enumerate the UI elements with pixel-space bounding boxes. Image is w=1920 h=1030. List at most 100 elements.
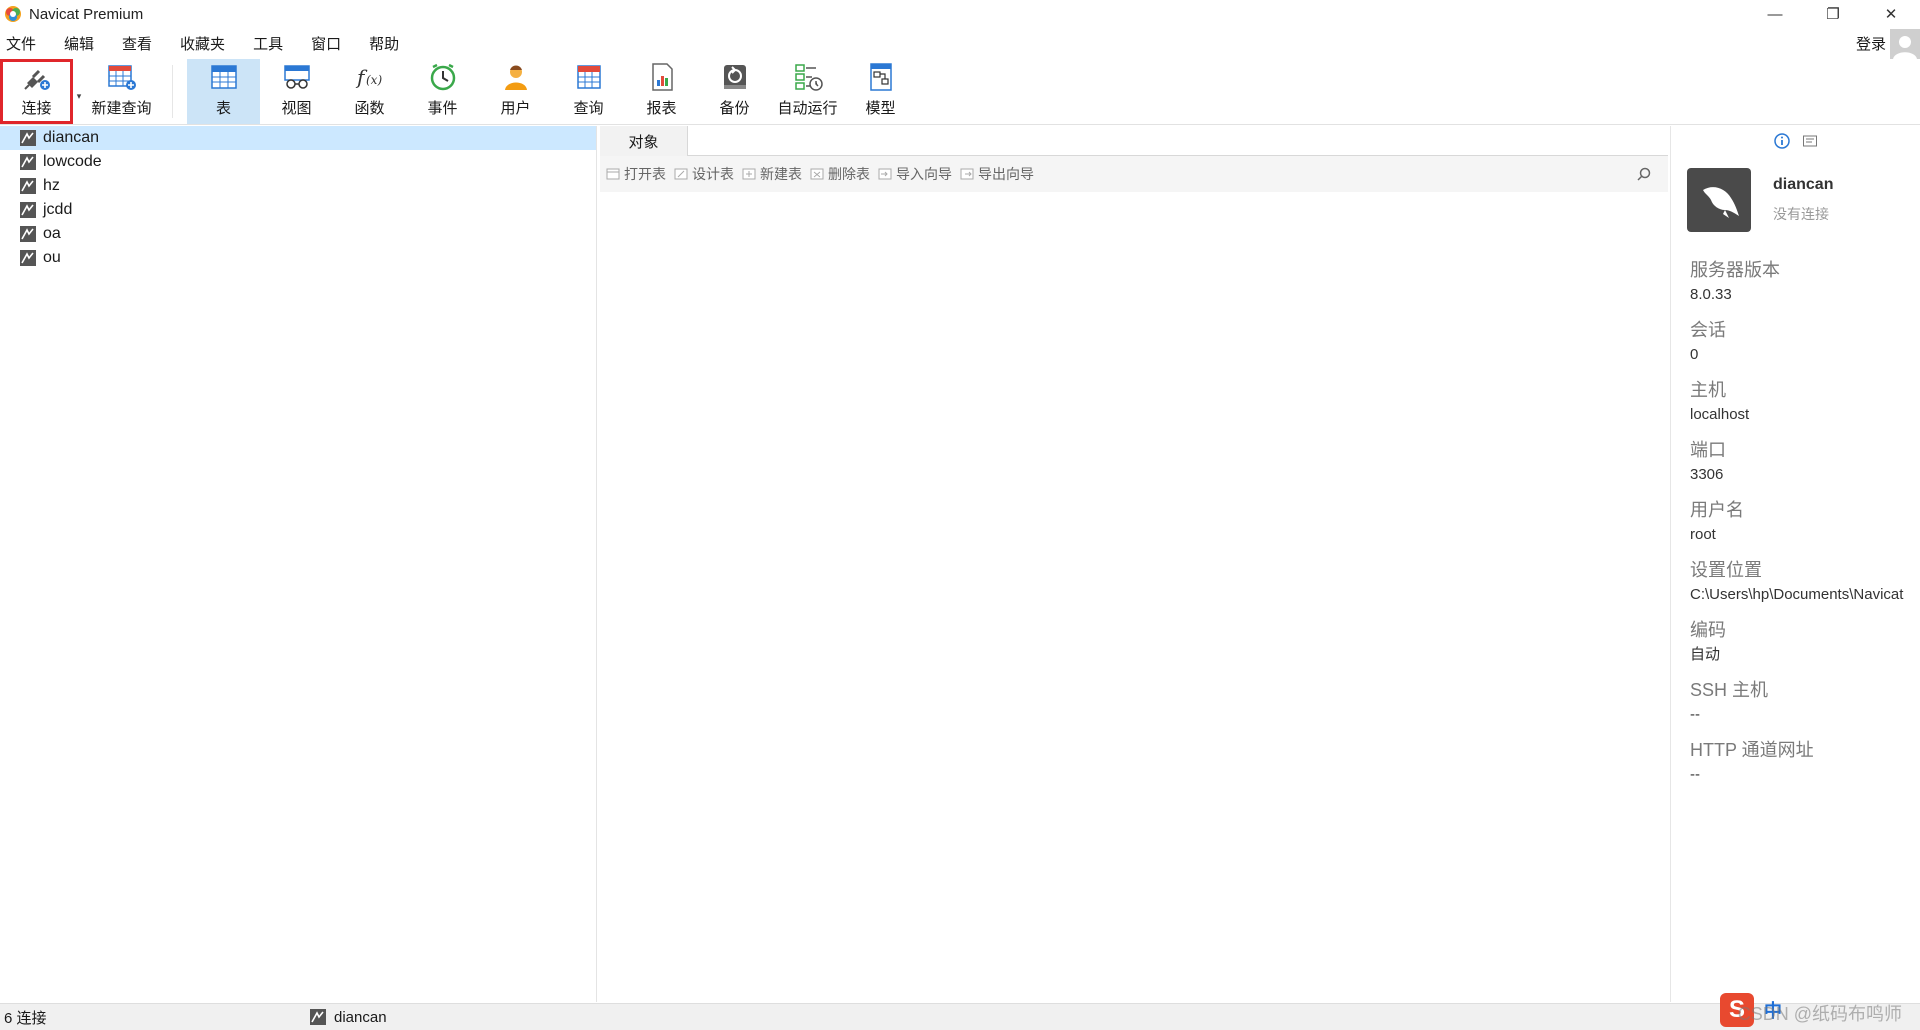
mysql-connection-icon: [310, 1009, 326, 1025]
menu-view[interactable]: 查看: [114, 33, 160, 54]
property-label: 主机: [1690, 380, 1726, 400]
new-table-label: 新建表: [760, 166, 802, 182]
import-wizard-label: 导入向导: [896, 166, 952, 182]
object-tab-bar: 对象: [600, 126, 1668, 156]
backup-label: 备份: [719, 100, 750, 117]
connect-button[interactable]: 连接: [0, 59, 73, 124]
delete-table-label: 删除表: [828, 166, 870, 182]
connection-navigator: diancan lowcode hz jcdd oa ou: [0, 126, 597, 1002]
property-value: localhost: [1690, 406, 1750, 423]
status-bar: 6 连接 diancan: [0, 1003, 1920, 1030]
avatar[interactable]: [1890, 29, 1920, 59]
function-button[interactable]: f (x) 函数: [333, 59, 406, 124]
mysql-connection-icon: [20, 250, 36, 266]
menu-window[interactable]: 窗口: [303, 33, 349, 54]
backup-icon: [719, 61, 751, 93]
export-wizard-button[interactable]: 导出向导: [960, 164, 1034, 184]
tree-item-label: oa: [43, 225, 61, 242]
delete-table-button[interactable]: 删除表: [810, 164, 870, 184]
info-tab-bar: [1671, 126, 1920, 156]
property-sessions: 会话 0: [1690, 316, 1920, 376]
connect-dropdown-arrow-icon[interactable]: ▾: [73, 59, 85, 124]
current-connection: diancan: [310, 1009, 387, 1026]
menu-file[interactable]: 文件: [0, 33, 44, 54]
report-button[interactable]: 报表: [625, 59, 698, 124]
restore-button[interactable]: ❐: [1804, 0, 1862, 28]
connection-status: 没有连接: [1773, 206, 1829, 222]
minimize-button[interactable]: —: [1746, 0, 1804, 28]
window-controls: — ❐ ✕: [1746, 0, 1920, 28]
svg-text:(x): (x): [366, 73, 382, 87]
property-label: SSH 主机: [1690, 680, 1769, 700]
property-http-tunnel: HTTP 通道网址 --: [1690, 736, 1920, 796]
clock-icon: [427, 61, 459, 93]
new-table-button[interactable]: 新建表: [742, 164, 802, 184]
window-title: Navicat Premium: [29, 5, 144, 23]
new-query-label: 新建查询: [91, 100, 152, 117]
tree-item-label: ou: [43, 249, 61, 266]
tree-item-label: lowcode: [43, 153, 102, 170]
event-button[interactable]: 事件: [406, 59, 479, 124]
report-label: 报表: [646, 100, 677, 117]
tree-item-ou[interactable]: ou: [0, 246, 596, 270]
connect-label: 连接: [21, 100, 52, 117]
tree-item-hz[interactable]: hz: [0, 174, 596, 198]
property-label: 用户名: [1690, 500, 1744, 520]
property-label: 端口: [1690, 440, 1726, 460]
property-username: 用户名 root: [1690, 496, 1920, 556]
automation-icon: [792, 61, 824, 93]
main-toolbar: 连接 ▾ 新建查询 表 视图 f (x) 函数 事件 用户 查询 报表 备份 自…: [0, 59, 1920, 125]
view-button[interactable]: 视图: [260, 59, 333, 124]
function-icon: f (x): [354, 61, 386, 93]
tree-item-diancan[interactable]: diancan: [0, 126, 596, 150]
info-icon[interactable]: [1773, 133, 1790, 149]
navicat-logo-icon: [5, 6, 21, 22]
automation-button[interactable]: 自动运行: [771, 59, 844, 124]
tree-item-jcdd[interactable]: jcdd: [0, 198, 596, 222]
table-button[interactable]: 表: [187, 59, 260, 124]
property-port: 端口 3306: [1690, 436, 1920, 496]
open-table-button[interactable]: 打开表: [606, 164, 666, 184]
property-value: 3306: [1690, 466, 1724, 483]
new-query-icon: [106, 61, 138, 93]
automation-label: 自动运行: [777, 100, 838, 117]
model-button[interactable]: 模型: [844, 59, 917, 124]
property-host: 主机 localhost: [1690, 376, 1920, 436]
user-icon: [500, 61, 532, 93]
mysql-connection-icon: [20, 130, 36, 146]
menu-edit[interactable]: 编辑: [56, 33, 102, 54]
close-button[interactable]: ✕: [1862, 0, 1920, 28]
ddl-icon[interactable]: [1802, 133, 1818, 149]
export-wizard-label: 导出向导: [978, 166, 1034, 182]
property-encoding: 编码 自动: [1690, 616, 1920, 676]
new-query-button[interactable]: 新建查询: [85, 59, 158, 124]
design-table-button[interactable]: 设计表: [674, 164, 734, 184]
import-wizard-button[interactable]: 导入向导: [878, 164, 952, 184]
tree-item-lowcode[interactable]: lowcode: [0, 150, 596, 174]
property-label: 设置位置: [1690, 560, 1762, 580]
import-icon: [878, 168, 892, 180]
property-value: --: [1690, 706, 1700, 723]
view-icon: [281, 61, 313, 93]
mysql-connection-icon: [20, 154, 36, 170]
connection-card: diancan 没有连接: [1687, 168, 1920, 232]
query-button[interactable]: 查询: [552, 59, 625, 124]
menu-help[interactable]: 帮助: [361, 33, 407, 54]
design-table-label: 设计表: [692, 166, 734, 182]
property-value: 自动: [1690, 646, 1721, 663]
backup-button[interactable]: 备份: [698, 59, 771, 124]
property-label: 编码: [1690, 620, 1726, 640]
search-icon[interactable]: [1636, 166, 1652, 182]
property-label: 会话: [1690, 320, 1726, 340]
tree-item-label: jcdd: [43, 201, 73, 218]
user-button[interactable]: 用户: [479, 59, 552, 124]
minimize-icon: —: [1767, 5, 1783, 23]
menu-tools[interactable]: 工具: [245, 33, 291, 54]
open-table-label: 打开表: [624, 166, 666, 182]
tab-objects[interactable]: 对象: [600, 126, 688, 156]
current-connection-label: diancan: [334, 1008, 387, 1026]
menu-favorites[interactable]: 收藏夹: [172, 33, 233, 54]
property-value: 0: [1690, 346, 1699, 363]
login-link[interactable]: 登录: [1856, 29, 1886, 57]
tree-item-oa[interactable]: oa: [0, 222, 596, 246]
